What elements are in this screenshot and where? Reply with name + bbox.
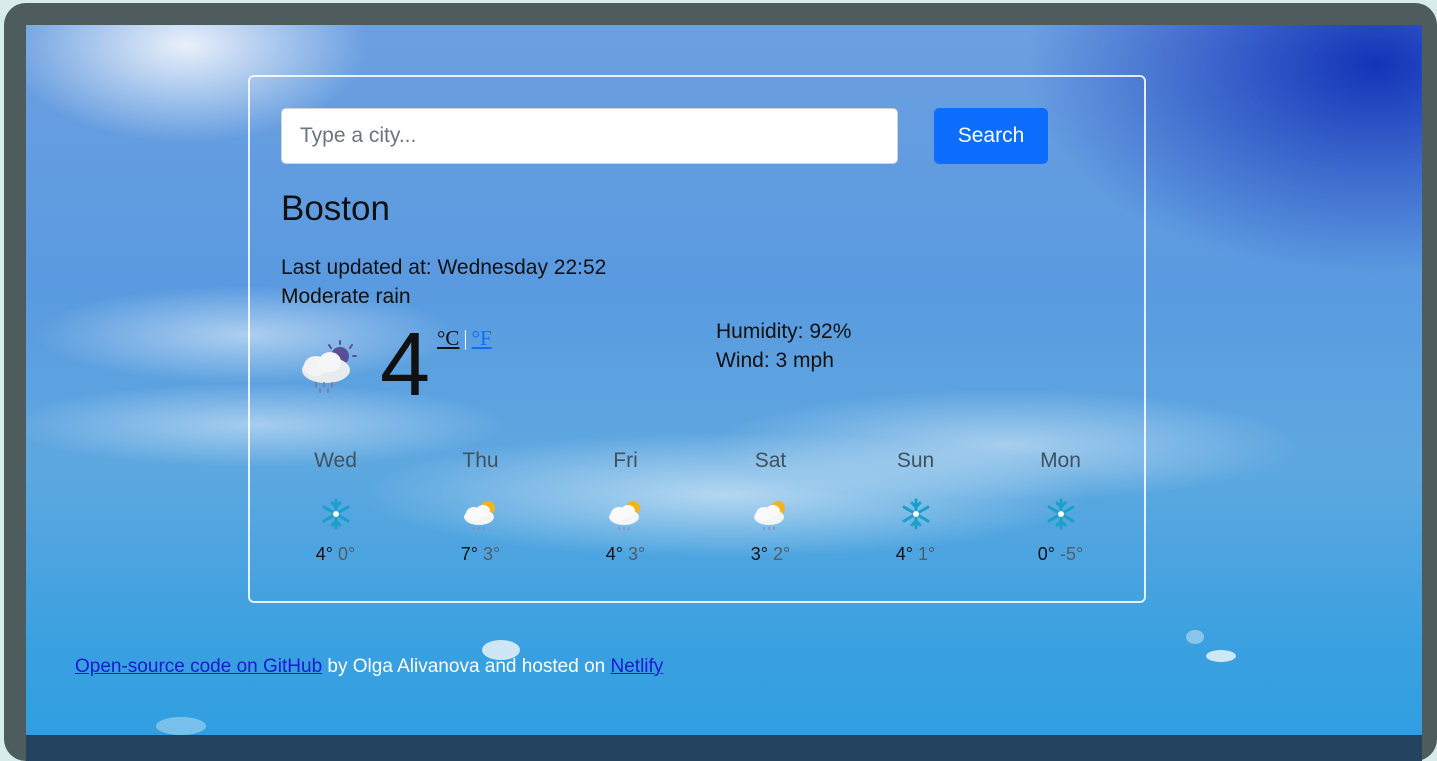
forecast-day: Sun 4° 1° bbox=[843, 446, 988, 576]
footer-credit-text: by Olga Alivanova and hosted on bbox=[322, 656, 611, 677]
forecast-min-temp: 3° bbox=[483, 544, 501, 564]
city-name: Boston bbox=[281, 189, 390, 228]
forecast-temps: 4° 0° bbox=[263, 544, 408, 565]
search-button[interactable]: Search bbox=[934, 108, 1048, 164]
forecast-day: Fri 4° 3° bbox=[553, 446, 698, 576]
forecast-temps: 0° -5° bbox=[988, 544, 1133, 565]
forecast-day: Sat 3° 2° bbox=[698, 446, 843, 576]
forecast-min-temp: 0° bbox=[338, 544, 356, 564]
last-updated-text: Last updated at: Wednesday 22:52 bbox=[281, 256, 607, 279]
netlify-link[interactable]: Netlify bbox=[611, 656, 664, 677]
weather-details: Humidity: 92% Wind: 3 mph bbox=[716, 317, 851, 375]
water-bubble bbox=[1206, 650, 1236, 662]
forecast-day-name: Sun bbox=[896, 449, 935, 472]
forecast-row: Wed 4° 0° Thu 7° 3° Fri 4° 3° Sat 3° 2° Sun 4° 1°… bbox=[263, 446, 1133, 576]
wind-text: Wind: 3 mph bbox=[716, 349, 834, 372]
weather-description: Moderate rain bbox=[281, 285, 411, 308]
bottom-strip bbox=[26, 735, 1422, 761]
city-search-input[interactable] bbox=[281, 108, 898, 164]
forecast-day-name: Wed bbox=[314, 449, 357, 472]
snowflake-icon bbox=[1040, 496, 1082, 532]
forecast-min-temp: 2° bbox=[773, 544, 791, 564]
forecast-day: Wed 4° 0° bbox=[263, 446, 408, 576]
forecast-day-name: Fri bbox=[613, 449, 638, 472]
forecast-min-temp: 1° bbox=[918, 544, 936, 564]
unit-toggle: °C | °F bbox=[437, 326, 492, 351]
forecast-temps: 7° 3° bbox=[408, 544, 553, 565]
forecast-day: Mon 0° -5° bbox=[988, 446, 1133, 576]
forecast-max-temp: 4° bbox=[895, 544, 913, 564]
snowflake-icon bbox=[895, 496, 937, 532]
rain-sun-icon bbox=[750, 496, 792, 532]
forecast-max-temp: 4° bbox=[315, 544, 333, 564]
unit-separator: | bbox=[463, 326, 468, 350]
current-temperature: 4 bbox=[380, 315, 431, 415]
rain-sun-icon bbox=[294, 336, 364, 398]
footer: Open-source code on GitHub by Olga Aliva… bbox=[75, 656, 663, 678]
rain-sun-icon bbox=[460, 496, 502, 532]
snowflake-icon bbox=[315, 496, 357, 532]
fahrenheit-link[interactable]: °F bbox=[472, 326, 492, 350]
humidity-text: Humidity: 92% bbox=[716, 320, 852, 343]
forecast-temps: 4° 3° bbox=[553, 544, 698, 565]
water-bubble bbox=[1186, 630, 1204, 644]
forecast-day-name: Thu bbox=[462, 449, 499, 472]
forecast-day-name: Mon bbox=[1040, 449, 1081, 472]
forecast-day: Thu 7° 3° bbox=[408, 446, 553, 576]
rain-sun-icon bbox=[605, 496, 647, 532]
forecast-max-temp: 0° bbox=[1037, 544, 1055, 564]
forecast-temps: 3° 2° bbox=[698, 544, 843, 565]
water-bubble bbox=[156, 717, 206, 735]
forecast-temps: 4° 1° bbox=[843, 544, 988, 565]
forecast-max-temp: 4° bbox=[605, 544, 623, 564]
forecast-min-temp: 3° bbox=[628, 544, 646, 564]
forecast-min-temp: -5° bbox=[1060, 544, 1084, 564]
github-link[interactable]: Open-source code on GitHub bbox=[75, 656, 322, 677]
forecast-max-temp: 3° bbox=[750, 544, 768, 564]
forecast-day-name: Sat bbox=[754, 449, 787, 472]
forecast-max-temp: 7° bbox=[460, 544, 478, 564]
celsius-link[interactable]: °C bbox=[437, 326, 459, 350]
